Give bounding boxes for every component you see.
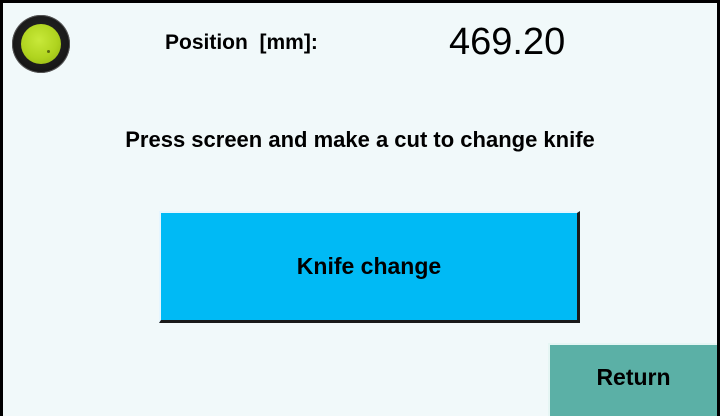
return-button[interactable]: Return — [548, 343, 717, 416]
screen: Position [mm]: 469.20 Press screen and m… — [3, 3, 717, 416]
position-value: 469.20 — [449, 21, 566, 63]
knife-change-button[interactable]: Knife change — [159, 211, 580, 323]
instruction-text: Press screen and make a cut to change kn… — [125, 127, 595, 152]
status-lamp-icon — [21, 24, 61, 64]
return-label: Return — [596, 363, 671, 390]
status-indicator — [12, 15, 70, 73]
position-label: Position [mm]: — [165, 31, 318, 54]
knife-change-label: Knife change — [296, 253, 442, 279]
